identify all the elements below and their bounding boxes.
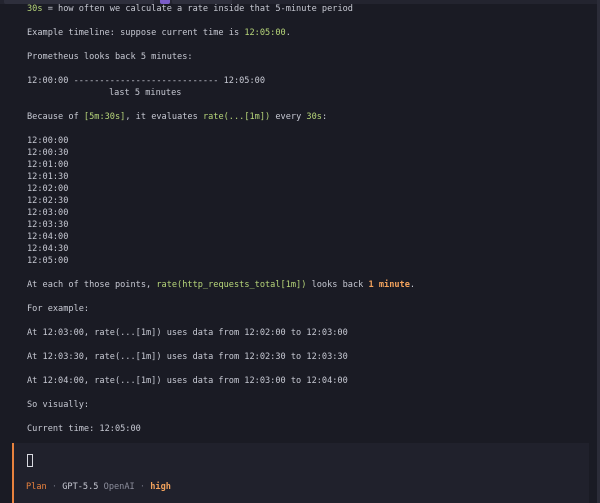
- example-line: At 12:03:00, rate(...[1m]) uses data fro…: [27, 328, 348, 338]
- output-line: So visually:: [27, 400, 90, 410]
- time-item: 12:02:00: [27, 184, 69, 194]
- time-item: 12:03:30: [27, 220, 69, 230]
- time-item: 12:01:00: [27, 160, 69, 170]
- output-line: Prometheus looks back 5 minutes:: [27, 52, 193, 62]
- timeline-label: last 5 minutes: [109, 88, 182, 98]
- time-item: 12:00:00: [27, 136, 69, 146]
- output-line: Example timeline: suppose current time i…: [27, 28, 291, 38]
- output-line: At each of those points, rate(http_reque…: [27, 280, 416, 290]
- time-item: 12:05:00: [27, 256, 69, 266]
- prompt-input-panel[interactable]: Plan · GPT-5.5 OpenAI · high: [12, 443, 589, 503]
- model-label[interactable]: GPT-5.5: [62, 482, 98, 492]
- status-line: Plan · GPT-5.5 OpenAI · high: [26, 482, 171, 492]
- time-item: 12:04:00: [27, 232, 69, 242]
- time-item: 12:00:30: [27, 148, 69, 158]
- input-accent-bar: [12, 443, 14, 503]
- text-cursor[interactable]: [27, 454, 33, 467]
- time-item: 12:03:00: [27, 208, 69, 218]
- effort-label[interactable]: high: [150, 482, 171, 492]
- output-line: Because of [5m:30s], it evaluates rate(.…: [27, 112, 328, 122]
- timeline-line: 12:00:00 ---------------------------- 12…: [27, 76, 265, 86]
- time-item: 12:04:30: [27, 244, 69, 254]
- provider-label: OpenAI: [103, 482, 135, 492]
- example-line: At 12:03:30, rate(...[1m]) uses data fro…: [27, 352, 348, 362]
- example-line: At 12:04:00, rate(...[1m]) uses data fro…: [27, 376, 348, 386]
- output-line: For example:: [27, 304, 90, 314]
- time-item: 12:02:30: [27, 196, 69, 206]
- output-line: 30s = how often we calculate a rate insi…: [27, 4, 353, 14]
- output-line: Current time: 12:05:00: [27, 424, 141, 434]
- time-item: 12:01:30: [27, 172, 69, 182]
- mode-label[interactable]: Plan: [26, 482, 47, 492]
